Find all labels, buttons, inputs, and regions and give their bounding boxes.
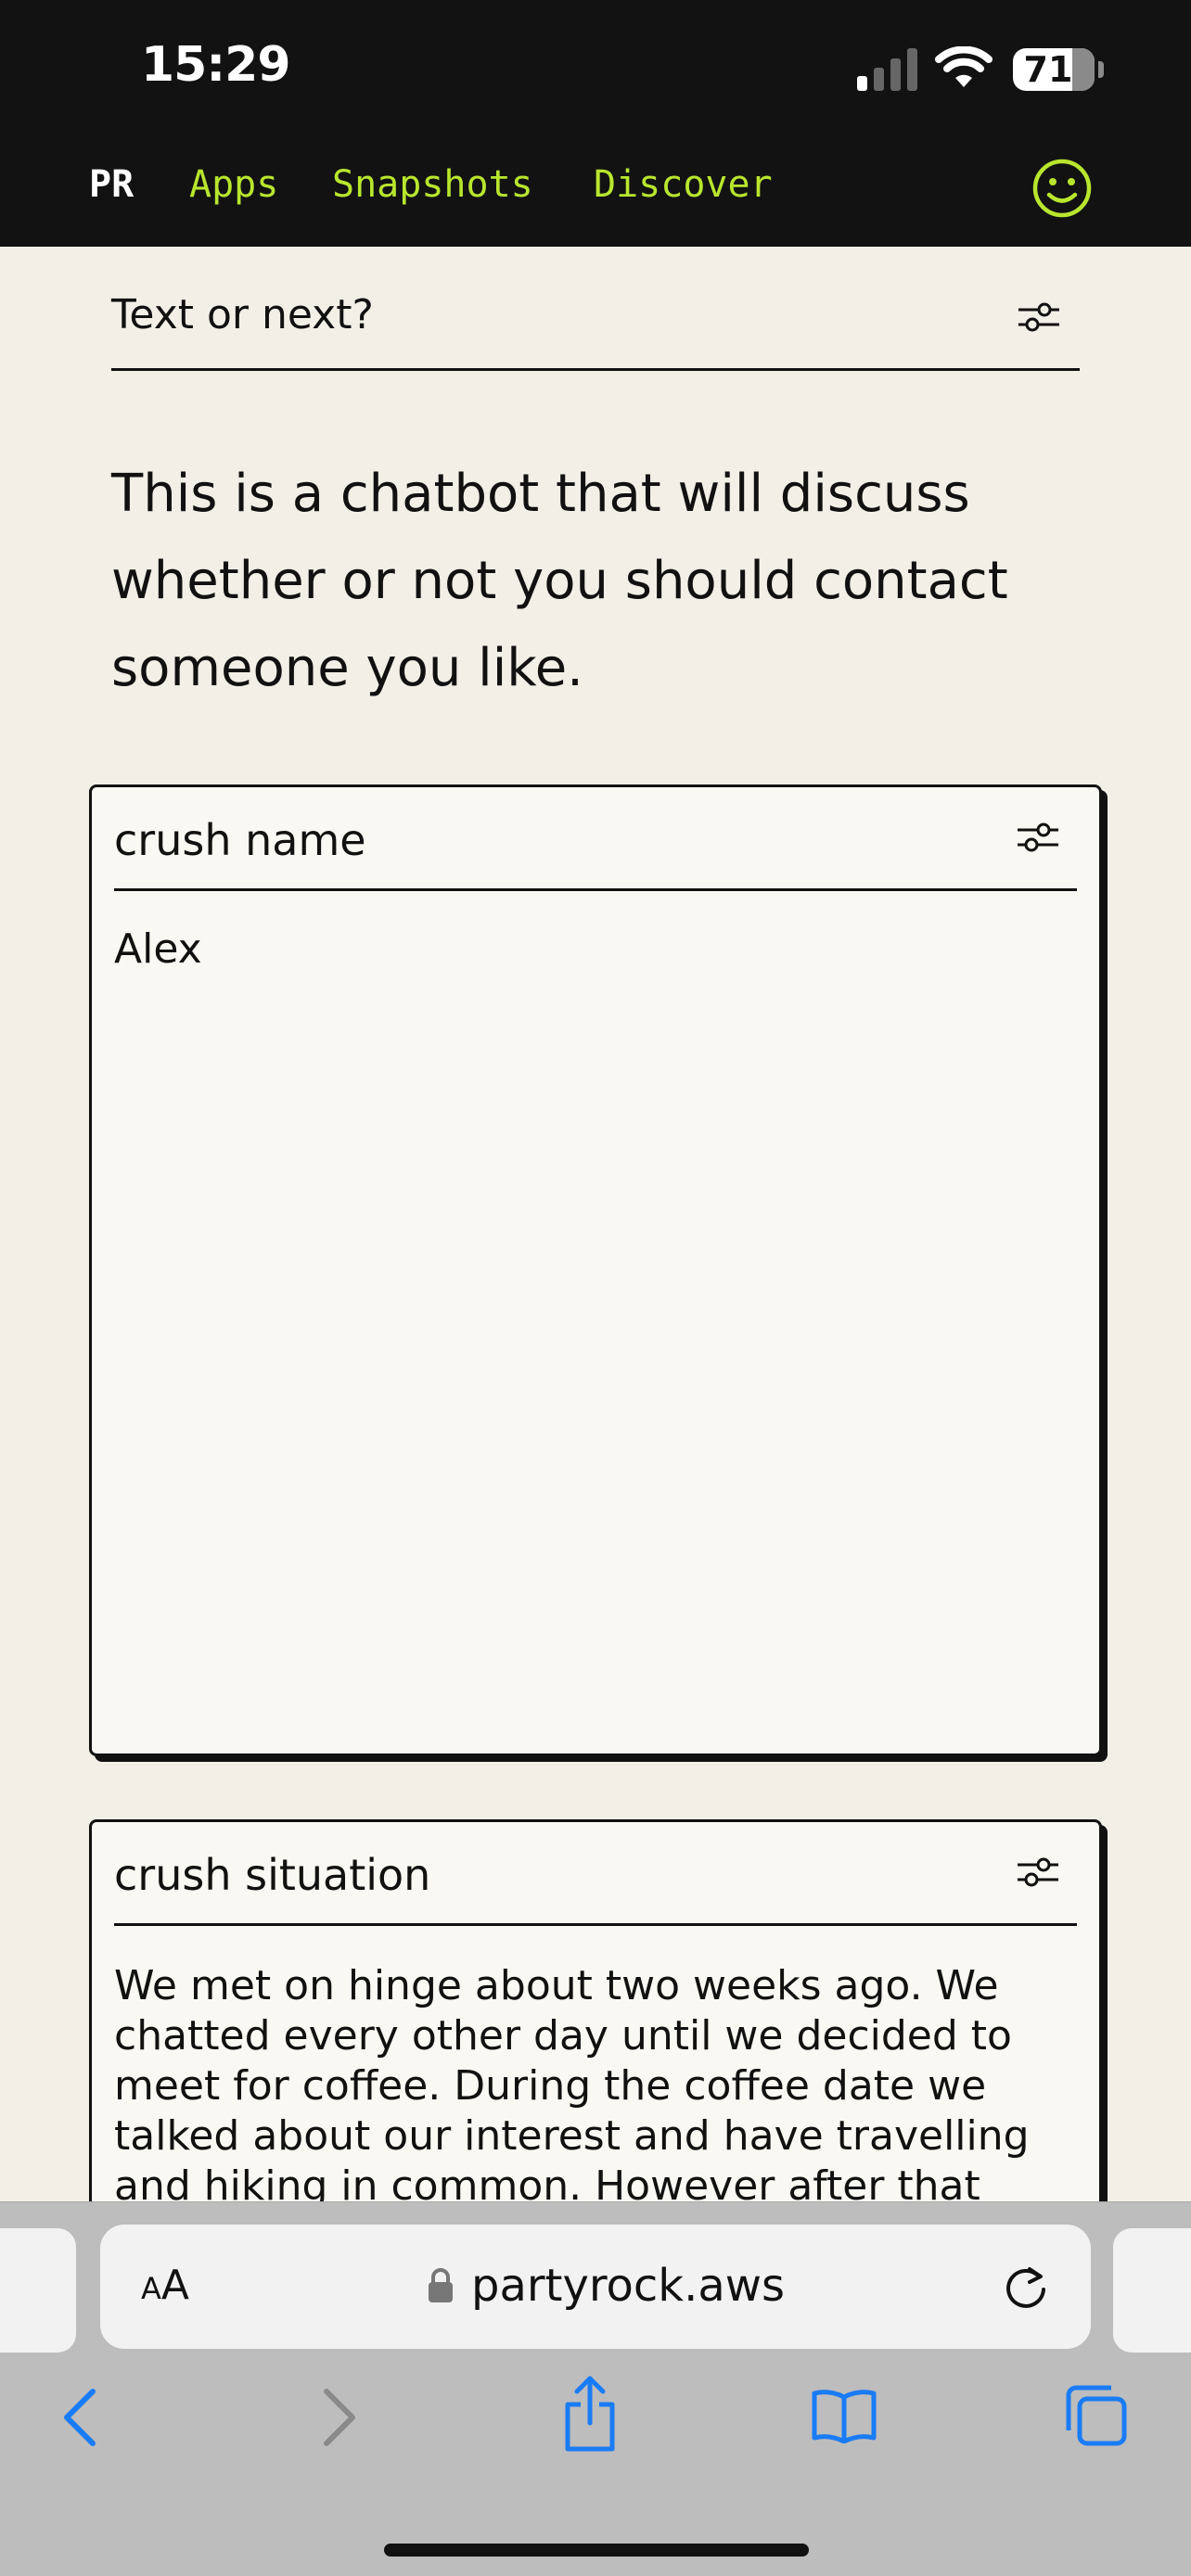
top-bar: 15:29 71 PR Apps Snapshots Discover	[0, 0, 1191, 247]
crush-name-input[interactable]: Alex	[114, 925, 1077, 975]
home-indicator	[384, 2544, 809, 2557]
nav-link-snapshots[interactable]: Snapshots	[332, 163, 533, 206]
tabs-icon[interactable]	[1065, 2384, 1128, 2447]
lock-icon	[429, 2268, 453, 2302]
wifi-icon	[935, 46, 992, 87]
app-title-row: Text or next?	[111, 278, 1080, 371]
settings-sliders-icon[interactable]	[1016, 1854, 1060, 1891]
nav-link-apps[interactable]: Apps	[189, 163, 278, 206]
url-text[interactable]: partyrock.aws	[471, 2260, 785, 2312]
address-bar[interactable]: AA partyrock.aws	[100, 2225, 1091, 2349]
forward-icon[interactable]	[319, 2388, 360, 2447]
settings-sliders-icon[interactable]	[1017, 299, 1061, 336]
widget-header: crush situation	[114, 1822, 1077, 1926]
settings-sliders-icon[interactable]	[1016, 819, 1060, 856]
smiley-icon[interactable]	[1031, 158, 1093, 219]
widget-title: crush name	[114, 815, 366, 865]
app-title: Text or next?	[111, 291, 374, 338]
widget-title: crush situation	[114, 1850, 431, 1900]
next-tab-preview[interactable]	[1113, 2228, 1191, 2353]
widget-crush-name: crush name Alex	[89, 784, 1102, 1756]
battery-icon: 71	[1013, 48, 1095, 91]
widget-header: crush name	[114, 787, 1077, 891]
text-size-small-a: A	[141, 2271, 161, 2306]
battery-cap	[1098, 61, 1104, 78]
share-icon[interactable]	[560, 2375, 620, 2453]
signal-icon	[857, 48, 917, 91]
partyrock-logo[interactable]: PR	[89, 163, 134, 206]
bookmarks-icon[interactable]	[811, 2388, 877, 2443]
battery-level: 71	[1023, 49, 1073, 90]
reload-icon[interactable]	[1002, 2264, 1050, 2312]
app-description: This is a chatbot that will discuss whet…	[111, 464, 1008, 698]
browser-toolbar: AA partyrock.aws	[0, 2201, 1191, 2576]
text-size-button[interactable]: AA	[141, 2262, 189, 2309]
crush-situation-input[interactable]: We met on hinge about two weeks ago. We …	[114, 1961, 1077, 2212]
back-icon[interactable]	[59, 2388, 100, 2447]
previous-tab-preview[interactable]	[0, 2228, 76, 2353]
text-size-large-a: A	[160, 2262, 189, 2309]
status-time: 15:29	[141, 37, 291, 93]
nav-link-discover[interactable]: Discover	[594, 163, 773, 206]
